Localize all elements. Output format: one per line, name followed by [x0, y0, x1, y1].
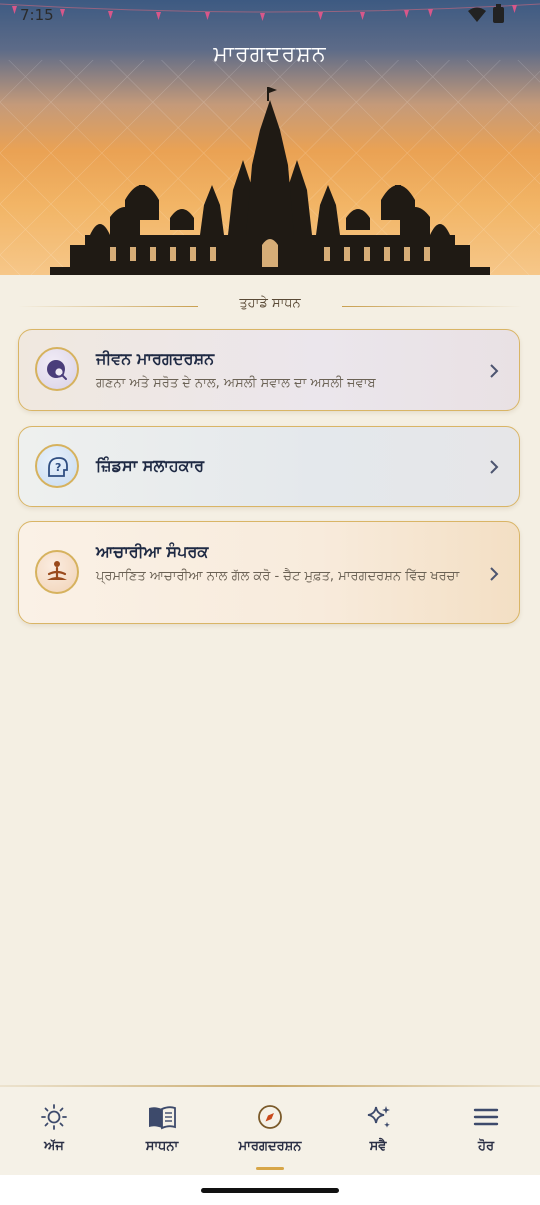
- status-bar: 7:15: [0, 0, 540, 30]
- battery-icon: [493, 4, 504, 23]
- sun-icon: [41, 1104, 67, 1130]
- gesture-bar: [0, 1175, 540, 1205]
- chevron-right-icon: [490, 460, 499, 474]
- hero-banner: ਮਾਰਗਦਰਸ਼ਨ: [0, 0, 540, 275]
- card-life-guidance[interactable]: ਜੀਵਨ ਮਾਰਗਦਰਸ਼ਨ ਗਣਨਾ ਅਤੇ ਸਰੋਤ ਦੇ ਨਾਲ, ਅਸਲ…: [18, 329, 520, 411]
- card-title: ਜੀਵਨ ਮਾਰਗਦਰਸ਼ਨ: [96, 349, 215, 368]
- head-question-icon: ?: [35, 444, 79, 488]
- nav-item-more[interactable]: ਹੋਰ: [432, 1099, 540, 1159]
- meditation-icon: [35, 550, 79, 594]
- nav-label: ਸਾਧਨਾ: [145, 1139, 179, 1154]
- card-subtitle: ਗਣਨਾ ਅਤੇ ਸਰੋਤ ਦੇ ਨਾਲ, ਅਸਲੀ ਸਵਾਲ ਦਾ ਅਸਲੀ …: [96, 376, 376, 391]
- chevron-right-icon: [490, 567, 499, 581]
- temple-silhouette: [50, 87, 490, 275]
- bottom-navigation: ਅੱਜ ਸਾਧਨਾ ਮਾਰਗਦਰਸ਼ਨ ਸਵੈ ਹੋਰ: [0, 1085, 540, 1175]
- sparkle-icon: [367, 1106, 390, 1128]
- nav-label: ਸਵੈ: [369, 1139, 387, 1154]
- wifi-icon: [468, 7, 486, 22]
- section-title: ਤੁਹਾਡੇ ਸਾਧਨ: [239, 296, 301, 311]
- chevron-right-icon: [490, 364, 499, 378]
- book-icon: [149, 1106, 176, 1130]
- menu-icon: [473, 1108, 499, 1126]
- nav-label: ਮਾਰਗਦਰਸ਼ਨ: [238, 1139, 302, 1154]
- page-title: ਮਾਰਗਦਰਸ਼ਨ: [213, 42, 327, 67]
- nav-divider: [0, 1085, 540, 1087]
- svg-text:?: ?: [55, 461, 61, 474]
- section-header: ਤੁਹਾਡੇ ਸਾਧਨ: [18, 295, 522, 317]
- card-title: ਜ਼ਿੰਡਸਾ ਸਲਾਹਕਾਰ: [96, 456, 205, 475]
- nav-label: ਅੱਜ: [44, 1139, 64, 1154]
- status-time: 7:15: [20, 6, 54, 24]
- card-subtitle: ਪ੍ਰਮਾਣਿਤ ਆਚਾਰੀਆ ਨਾਲ ਗੱਲ ਕਰੋ - ਚੈਟ ਮੁਫ਼ਤ,…: [96, 569, 460, 584]
- card-acharya-contact[interactable]: ਆਚਾਰੀਆ ਸੰਪਰਕ ਪ੍ਰਮਾਣਿਤ ਆਚਾਰੀਆ ਨਾਲ ਗੱਲ ਕਰੋ…: [18, 521, 520, 624]
- nav-item-today[interactable]: ਅੱਜ: [0, 1099, 108, 1159]
- divider-right: [342, 306, 522, 307]
- home-indicator[interactable]: [201, 1188, 339, 1193]
- nav-item-self[interactable]: ਸਵੈ: [324, 1099, 432, 1159]
- globe-search-icon: [35, 347, 79, 391]
- card-ai-advisor[interactable]: ? ਜ਼ਿੰਡਸਾ ਸਲਾਹਕਾਰ: [18, 426, 520, 507]
- compass-icon: [258, 1105, 282, 1129]
- nav-item-guidance[interactable]: ਮਾਰਗਦਰਸ਼ਨ: [216, 1099, 324, 1170]
- card-title: ਆਚਾਰੀਆ ਸੰਪਰਕ: [96, 542, 209, 561]
- active-indicator: [256, 1167, 284, 1170]
- nav-label: ਹੋਰ: [477, 1139, 495, 1154]
- nav-item-sadhana[interactable]: ਸਾਧਨਾ: [108, 1099, 216, 1159]
